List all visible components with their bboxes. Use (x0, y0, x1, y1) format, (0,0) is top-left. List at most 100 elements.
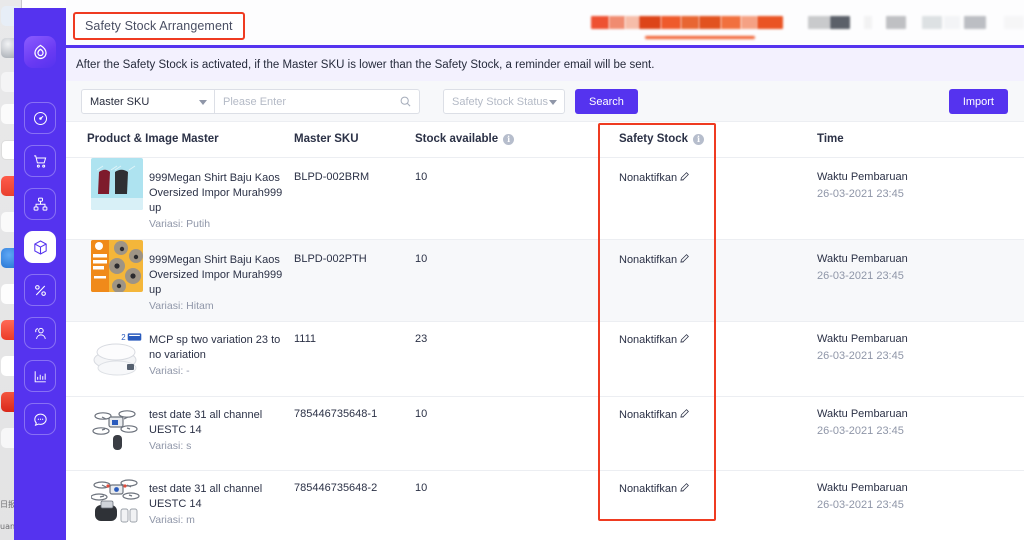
table-row[interactable]: 999Megan Shirt Baju Kaos Oversized Impor… (66, 158, 1024, 240)
import-button-label: Import (962, 95, 994, 108)
bar-chart-icon (32, 368, 49, 385)
column-header-time[interactable]: Time (817, 133, 844, 145)
variation-value: s (186, 440, 192, 452)
table-row[interactable]: 2 MCP sp two variation 23 to no variatio… (66, 322, 1024, 397)
speedometer-icon (32, 110, 49, 127)
field-select[interactable]: Master SKU (81, 89, 215, 114)
variation-prefix: Variasi: (149, 218, 184, 230)
sidebar-item-messages[interactable] (24, 403, 56, 435)
svg-text:2: 2 (121, 333, 125, 342)
redacted-block (699, 16, 721, 29)
edit-pencil-icon[interactable] (679, 253, 690, 267)
master-sku: 785446735648-1 (294, 408, 378, 420)
sidebar-item-channels[interactable] (24, 188, 56, 220)
time-label: Waktu Pembaruan (817, 253, 908, 265)
column-header-sku[interactable]: Master SKU (294, 133, 359, 145)
product-variation: Variasi: m (149, 514, 195, 526)
edit-pencil-icon[interactable] (679, 171, 690, 185)
redacted-block (625, 16, 639, 29)
product-thumbnail (91, 240, 143, 292)
time-cell: Waktu Pembaruan 26-03-2021 23:45 (817, 171, 908, 200)
import-button[interactable]: Import (948, 89, 1008, 114)
table-row[interactable]: 999Megan Shirt Baju Kaos Oversized Impor… (66, 240, 1024, 322)
stock-available: 10 (415, 482, 428, 494)
search-input[interactable]: Please Enter (215, 89, 420, 114)
column-header-safety-stock[interactable]: Safety Stock i (619, 133, 705, 145)
variation-value: - (186, 365, 190, 377)
chevron-down-icon (549, 100, 557, 105)
safety-stock-value[interactable]: Nonaktifkan (619, 333, 690, 347)
redacted-block (1004, 16, 1024, 29)
redacted-block (639, 16, 661, 29)
safety-stock-value[interactable]: Nonaktifkan (619, 482, 690, 496)
redacted-block (741, 16, 757, 29)
leaf-logo-icon (31, 43, 50, 62)
time-cell: Waktu Pembaruan 26-03-2021 23:45 (817, 333, 908, 362)
column-label: Product & Image Master (87, 133, 219, 145)
status-select-value: Safety Stock Status (452, 95, 548, 108)
table-row[interactable]: test date 31 all channel UESTC 14 Varias… (66, 397, 1024, 471)
time-cell: Waktu Pembaruan 26-03-2021 23:45 (817, 253, 908, 282)
sidebar-item-logo[interactable] (24, 36, 56, 68)
edit-pencil-icon[interactable] (679, 482, 690, 496)
column-label: Stock available (415, 133, 499, 145)
column-header-stock[interactable]: Stock available i (415, 133, 515, 145)
time-value: 26-03-2021 23:45 (817, 499, 904, 511)
sidebar-item-orders[interactable] (24, 145, 56, 177)
safety-stock-value[interactable]: Nonaktifkan (619, 253, 690, 267)
percent-icon (32, 282, 49, 299)
sidebar-item-reports[interactable] (24, 360, 56, 392)
time-label: Waktu Pembaruan (817, 171, 908, 183)
edit-pencil-icon[interactable] (679, 408, 690, 422)
redacted-block (964, 16, 986, 29)
variation-prefix: Variasi: (149, 514, 184, 526)
stock-available: 23 (415, 333, 428, 345)
variation-prefix: Variasi: (149, 365, 184, 377)
product-thumbnail (91, 475, 143, 531)
search-button[interactable]: Search (575, 89, 638, 114)
product-name: 999Megan Shirt Baju Kaos Oversized Impor… (149, 172, 283, 214)
redacted-block (609, 16, 625, 29)
master-sku: BLPD-002BRM (294, 171, 370, 183)
sidebar-item-inventory[interactable] (24, 231, 56, 263)
product-variation: Variasi: Hitam (149, 300, 214, 312)
page-title-annotation-box: Safety Stock Arrangement (73, 12, 245, 40)
variation-value: m (186, 514, 195, 526)
master-sku: BLPD-002PTH (294, 253, 367, 265)
sidebar-item-dashboard[interactable] (24, 102, 56, 134)
time-value: 26-03-2021 23:45 (817, 425, 904, 437)
quantity-badge: 2 (121, 332, 143, 345)
column-header-product[interactable]: Product & Image Master (87, 133, 219, 145)
safety-stock-value[interactable]: Nonaktifkan (619, 171, 690, 185)
time-value: 26-03-2021 23:45 (817, 270, 904, 282)
chevron-down-icon (199, 100, 207, 105)
column-label: Safety Stock (619, 133, 689, 145)
time-cell: Waktu Pembaruan 26-03-2021 23:45 (817, 408, 908, 437)
info-icon[interactable]: i (693, 133, 705, 145)
redacted-block (721, 16, 741, 29)
safety-stock-table: Product & Image Master Master SKU Stock … (66, 122, 1024, 540)
safety-stock-label: Nonaktifkan (619, 254, 678, 266)
time-label: Waktu Pembaruan (817, 408, 908, 420)
info-icon[interactable]: i (503, 133, 515, 145)
redacted-block (808, 16, 830, 29)
edit-pencil-icon[interactable] (679, 333, 690, 347)
search-button-label: Search (589, 95, 624, 108)
table-row[interactable]: test date 31 all channel UESTC 14 Varias… (66, 471, 1024, 540)
search-icon[interactable] (399, 95, 412, 111)
master-sku: 785446735648-2 (294, 482, 378, 494)
variation-value: Putih (186, 218, 211, 230)
search-input-placeholder: Please Enter (223, 95, 286, 108)
variation-prefix: Variasi: (149, 300, 184, 312)
product-thumbnail (91, 403, 143, 455)
sidebar-item-customers[interactable] (24, 317, 56, 349)
product-name: test date 31 all channel UESTC 14 (149, 409, 263, 436)
redacted-block (757, 16, 783, 29)
status-select[interactable]: Safety Stock Status (443, 89, 565, 114)
sidebar-item-promotions[interactable] (24, 274, 56, 306)
product-name: 999Megan Shirt Baju Kaos Oversized Impor… (149, 254, 283, 296)
redacted-block (830, 16, 850, 29)
safety-stock-value[interactable]: Nonaktifkan (619, 408, 690, 422)
redacted-block (661, 16, 681, 29)
safety-stock-label: Nonaktifkan (619, 483, 678, 495)
